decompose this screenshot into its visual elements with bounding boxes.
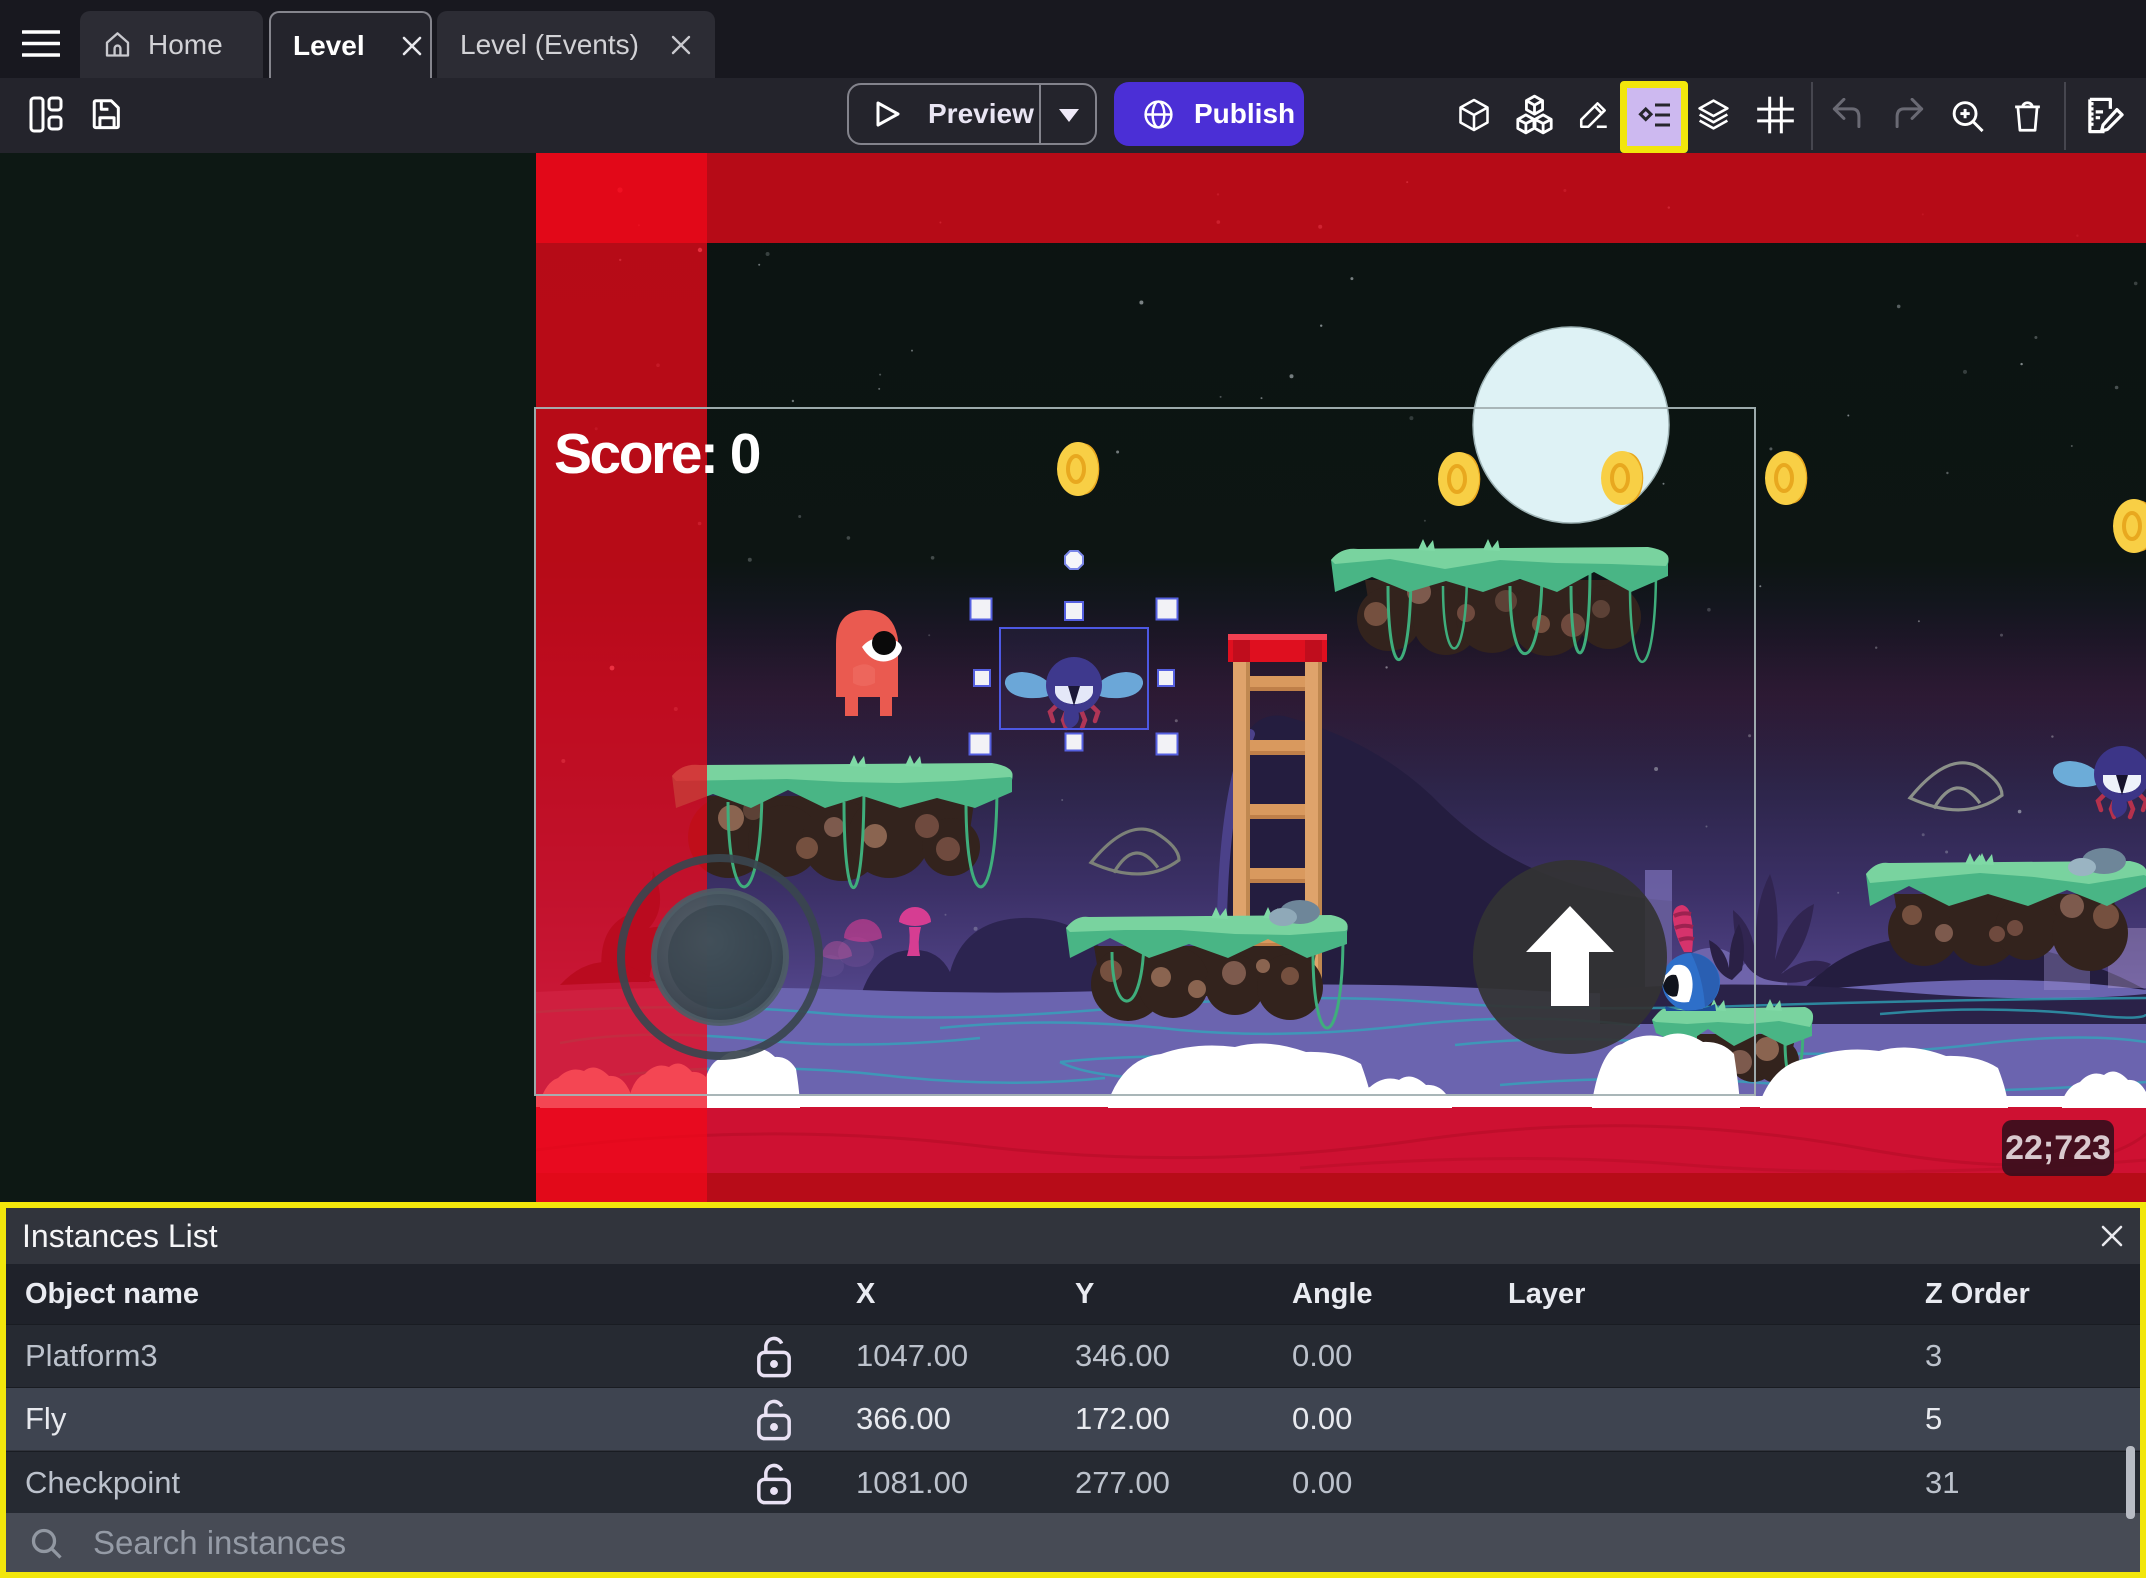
svg-text:Score: 0: Score: 0 bbox=[554, 422, 760, 486]
svg-text:22;723: 22;723 bbox=[2005, 1129, 2111, 1167]
